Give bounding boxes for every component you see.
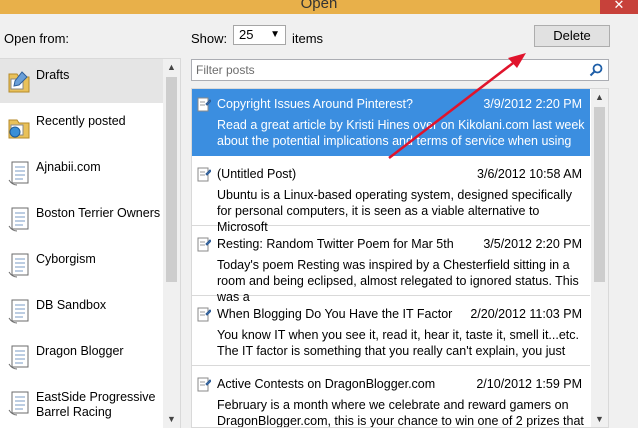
blog-item-dragon-blogger[interactable]: Dragon Blogger bbox=[0, 335, 163, 379]
blog-item-label: Boston Terrier Owners bbox=[36, 206, 161, 220]
blog-list-scrollbar[interactable]: ▲ ▼ bbox=[163, 59, 180, 428]
post-row[interactable]: (Untitled Post) 3/6/2012 10:58 AM Ubuntu… bbox=[192, 159, 590, 234]
post-date: 3/5/2012 2:20 PM bbox=[483, 237, 582, 251]
blog-item-boston-terrier[interactable]: Boston Terrier Owners bbox=[0, 197, 163, 241]
post-edit-icon bbox=[197, 377, 211, 392]
blog-document-icon bbox=[8, 391, 29, 416]
blog-item-recently-posted[interactable]: Recently posted bbox=[0, 105, 163, 149]
show-count-select[interactable]: 25 ▼ bbox=[233, 25, 286, 45]
scrollbar-thumb[interactable] bbox=[166, 77, 177, 282]
blog-item-label: EastSide Progressive Barrel Racing bbox=[36, 390, 156, 419]
scroll-up-icon[interactable]: ▲ bbox=[163, 62, 180, 76]
blog-item-db-sandbox[interactable]: DB Sandbox bbox=[0, 289, 163, 333]
blog-item-label: Dragon Blogger bbox=[36, 344, 124, 358]
blog-item-label: DB Sandbox bbox=[36, 298, 107, 312]
chevron-down-icon: ▼ bbox=[270, 29, 280, 40]
post-date: 3/9/2012 2:20 PM bbox=[483, 97, 582, 111]
post-title: Active Contests on DragonBlogger.com bbox=[217, 377, 436, 391]
blog-document-icon bbox=[8, 161, 29, 186]
show-label: Show: bbox=[191, 31, 228, 46]
blog-item-eastside-barrel-racing[interactable]: EastSide Progressive Barrel Racing bbox=[0, 381, 163, 425]
post-row[interactable]: Copyright Issues Around Pinterest? 3/9/2… bbox=[192, 89, 590, 156]
delete-button[interactable]: Delete bbox=[534, 25, 610, 47]
open-from-label: Open from: bbox=[4, 31, 70, 46]
post-title: (Untitled Post) bbox=[217, 167, 297, 181]
post-row[interactable]: Active Contests on DragonBlogger.com 2/1… bbox=[192, 369, 590, 428]
posts-list-scrollbar[interactable]: ▲ ▼ bbox=[591, 89, 608, 427]
posts-list: Copyright Issues Around Pinterest? 3/9/2… bbox=[191, 88, 609, 428]
post-edit-icon bbox=[197, 167, 211, 182]
scroll-down-icon[interactable]: ▼ bbox=[163, 414, 180, 428]
items-label: items bbox=[292, 31, 324, 46]
post-date: 2/20/2012 11:03 PM bbox=[470, 307, 582, 321]
blog-list: Drafts Recently posted Ajnabii.com Bosto… bbox=[0, 58, 181, 428]
post-title: When Blogging Do You Have the IT Factor bbox=[217, 307, 453, 321]
blog-item-label: Recently posted bbox=[36, 114, 126, 128]
blog-item-label: Drafts bbox=[36, 68, 70, 82]
post-excerpt: You know IT when you see it, read it, he… bbox=[217, 328, 579, 358]
post-edit-icon bbox=[197, 237, 211, 252]
window-title: Open bbox=[300, 0, 338, 12]
post-row[interactable]: When Blogging Do You Have the IT Factor … bbox=[192, 299, 590, 366]
drafts-folder-icon bbox=[8, 71, 30, 93]
post-excerpt: Read a great article by Kristi Hines ove… bbox=[217, 118, 585, 148]
blog-document-icon bbox=[8, 207, 29, 232]
scroll-up-icon[interactable]: ▲ bbox=[591, 92, 608, 106]
post-date: 3/6/2012 10:58 AM bbox=[477, 167, 582, 181]
scroll-down-icon[interactable]: ▼ bbox=[591, 414, 608, 427]
search-icon[interactable] bbox=[589, 63, 603, 77]
recent-folder-icon bbox=[8, 119, 30, 139]
post-edit-icon bbox=[197, 307, 211, 322]
filter-posts-input[interactable] bbox=[196, 63, 576, 77]
blog-item-label: Ajnabii.com bbox=[36, 160, 101, 174]
post-date: 2/10/2012 1:59 PM bbox=[476, 377, 582, 391]
blog-document-icon bbox=[8, 299, 29, 324]
post-edit-icon bbox=[197, 97, 211, 112]
post-row[interactable]: Resting: Random Twitter Poem for Mar 5th… bbox=[192, 229, 590, 304]
show-count-value: 25 bbox=[239, 27, 254, 42]
blog-item-ajnabii[interactable]: Ajnabii.com bbox=[0, 151, 163, 195]
post-excerpt: Today's poem Resting was inspired by a C… bbox=[217, 258, 579, 304]
blog-item-label: Cyborgism bbox=[36, 252, 96, 266]
blog-item-cyborgism[interactable]: Cyborgism bbox=[0, 243, 163, 287]
close-button[interactable]: ✕ bbox=[600, 0, 638, 14]
post-excerpt: February is a month where we celebrate a… bbox=[217, 398, 584, 428]
post-excerpt: Ubuntu is a Linux-based operating system… bbox=[217, 188, 573, 234]
post-title: Copyright Issues Around Pinterest? bbox=[217, 97, 413, 111]
blog-document-icon bbox=[8, 253, 29, 278]
blog-item-drafts[interactable]: Drafts bbox=[0, 59, 163, 103]
scrollbar-thumb[interactable] bbox=[594, 107, 605, 282]
filter-posts-field[interactable] bbox=[191, 59, 609, 81]
title-bar: Open ✕ bbox=[0, 0, 638, 14]
blog-document-icon bbox=[8, 345, 29, 370]
post-title: Resting: Random Twitter Poem for Mar 5th bbox=[217, 237, 454, 251]
